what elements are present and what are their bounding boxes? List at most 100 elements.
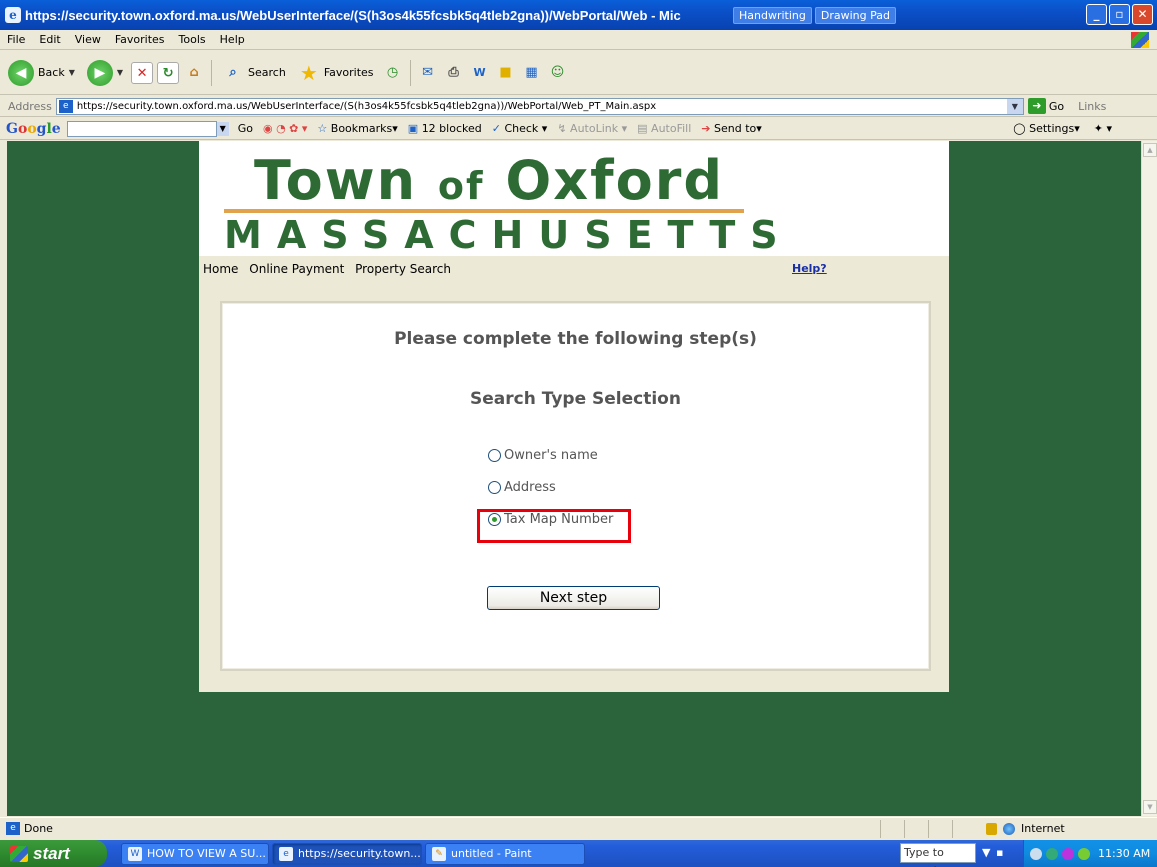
search-dropdown-icon[interactable]: ▼ [982, 846, 990, 859]
address-url: https://security.town.oxford.ma.us/WebUs… [76, 100, 657, 112]
settings-button[interactable]: ◯ Settings▾ [1013, 122, 1079, 135]
portal-container: Town of Oxford MASSACHUSETTS Home Online… [199, 141, 949, 692]
mail-icon[interactable]: ✉ [417, 62, 439, 84]
forward-dropdown-icon[interactable]: ▼ [117, 68, 123, 77]
back-button[interactable]: ◀ Back ▼ [4, 58, 79, 88]
favorites-label: Favorites [323, 66, 374, 79]
address-input[interactable]: e https://security.town.oxford.ma.us/Web… [55, 97, 1024, 115]
print-icon[interactable]: ⎙ [443, 62, 465, 84]
system-tray: 11:30 AM [1023, 840, 1157, 867]
radio-owners-name[interactable]: Owner's name [488, 448, 598, 463]
google-go-button[interactable]: Go [238, 122, 253, 135]
close-button[interactable]: ✕ [1132, 4, 1153, 25]
antivirus-icon[interactable] [1078, 847, 1090, 860]
menu-help[interactable]: Help [213, 33, 252, 46]
google-toolbar: Google ▼ Go ◉ ◔ ✿ ▾ ☆ Bookmarks▾ ▣ 12 bl… [0, 118, 1157, 140]
menu-favorites[interactable]: Favorites [108, 33, 172, 46]
vertical-scrollbar[interactable]: ▲ ▼ [1141, 141, 1157, 816]
windows-logo-icon [1131, 32, 1149, 48]
radio-label: Owner's name [504, 448, 598, 463]
menu-tools[interactable]: Tools [172, 33, 213, 46]
word-icon: W [128, 846, 142, 861]
nav-online-payment[interactable]: Online Payment [249, 262, 344, 276]
go-button[interactable]: ➜ Go [1027, 98, 1065, 114]
google-logo: Google [6, 120, 61, 137]
security-zone: Internet [1021, 822, 1065, 835]
page-icon: e [6, 822, 20, 835]
forward-button[interactable]: ▶ ▼ [83, 58, 127, 88]
nav-property-search[interactable]: Property Search [355, 262, 451, 276]
favorites-button[interactable]: ★ Favorites [294, 60, 378, 86]
taskbar-search-input[interactable]: Type to search [900, 843, 976, 867]
send-to-button[interactable]: ➔ Send to▾ [701, 122, 762, 135]
tray-expand-icon[interactable] [1030, 847, 1042, 860]
star-icon: ★ [299, 60, 318, 85]
autolink-button[interactable]: ↯ AutoLink ▾ [557, 122, 627, 135]
paint-icon: ✎ [432, 846, 446, 861]
portal-nav: Home Online Payment Property Search Help… [203, 262, 943, 282]
bookmarks-button[interactable]: ☆ Bookmarks▾ [317, 122, 397, 135]
show-desktop-icon[interactable]: ▪ [996, 846, 1003, 859]
home-icon[interactable]: ⌂ [183, 62, 205, 84]
links-button[interactable]: Links [1078, 100, 1106, 113]
task-paint[interactable]: ✎ untitled - Paint [425, 842, 585, 865]
search-type-heading: Search Type Selection [470, 389, 681, 409]
windows-flag-icon [10, 845, 28, 862]
ie-icon: e [279, 846, 293, 861]
state-name: MASSACHUSETTS [224, 213, 793, 257]
back-arrow-icon: ◀ [8, 59, 34, 86]
back-dropdown-icon[interactable]: ▼ [69, 68, 75, 77]
radio-button[interactable] [488, 481, 501, 494]
radio-button[interactable] [488, 449, 501, 462]
menu-view[interactable]: View [68, 33, 108, 46]
task-internet-explorer[interactable]: e https://security.town... [272, 842, 422, 865]
maximize-button[interactable]: ▫ [1109, 4, 1130, 25]
google-search-input[interactable] [66, 120, 217, 137]
research-icon[interactable]: ▦ [521, 62, 543, 84]
radio-address[interactable]: Address [488, 480, 556, 495]
red-highlight-box [477, 509, 631, 543]
google-tools-icon[interactable]: ◉ ◔ ✿ ▾ [263, 122, 307, 135]
window-title-bar[interactable]: e https://security.town.oxford.ma.us/Web… [0, 0, 1157, 30]
autofill-button[interactable]: ▤ AutoFill [637, 122, 691, 135]
menu-edit[interactable]: Edit [32, 33, 67, 46]
network-icon[interactable] [1046, 847, 1058, 860]
search-button[interactable]: ⌕ Search [218, 60, 290, 86]
toolbar-options-icon[interactable]: ✦ ▾ [1094, 122, 1112, 135]
spell-check-button[interactable]: ✓ Check ▾ [492, 122, 548, 135]
address-label: Address [8, 99, 52, 113]
ie-icon: e [5, 7, 21, 23]
page-viewport: Town of Oxford MASSACHUSETTS Home Online… [7, 141, 1141, 816]
menu-file[interactable]: File [0, 33, 32, 46]
drawing-pad-button[interactable]: Drawing Pad [814, 6, 896, 24]
popup-blocked-button[interactable]: ▣ 12 blocked [408, 122, 482, 135]
task-word-document[interactable]: W HOW TO VIEW A SU... [121, 842, 269, 865]
history-icon[interactable]: ◷ [382, 62, 404, 84]
stop-icon[interactable]: ✕ [131, 61, 154, 84]
back-label: Back [38, 66, 65, 79]
refresh-icon[interactable]: ↻ [157, 61, 180, 84]
globe-icon [1003, 822, 1015, 835]
help-link[interactable]: Help? [792, 262, 827, 275]
go-arrow-icon: ➜ [1027, 98, 1046, 114]
start-button[interactable]: start [0, 840, 107, 867]
volume-icon[interactable] [1062, 847, 1074, 860]
messenger-icon[interactable]: ☺ [547, 62, 569, 84]
discuss-icon[interactable]: ■ [495, 62, 517, 84]
forward-arrow-icon: ▶ [86, 59, 113, 86]
minimize-button[interactable]: _ [1086, 4, 1107, 25]
nav-home[interactable]: Home [203, 262, 238, 276]
scroll-down-icon[interactable]: ▼ [1143, 800, 1157, 814]
town-logo-title: Town of Oxford [254, 149, 724, 212]
toolbar-separator [211, 59, 213, 86]
clock: 11:30 AM [1098, 847, 1151, 860]
next-step-button[interactable]: Next step [487, 586, 660, 610]
scroll-up-icon[interactable]: ▲ [1143, 143, 1157, 157]
taskbar: start W HOW TO VIEW A SU... e https://se… [0, 840, 1157, 867]
chevron-down-icon[interactable]: ▼ [216, 121, 229, 136]
page-icon: e [58, 99, 73, 113]
chevron-down-icon[interactable]: ▼ [1006, 98, 1023, 114]
go-label: Go [1048, 99, 1065, 113]
handwriting-button[interactable]: Handwriting [733, 6, 812, 24]
edit-word-icon[interactable]: W [469, 62, 491, 84]
